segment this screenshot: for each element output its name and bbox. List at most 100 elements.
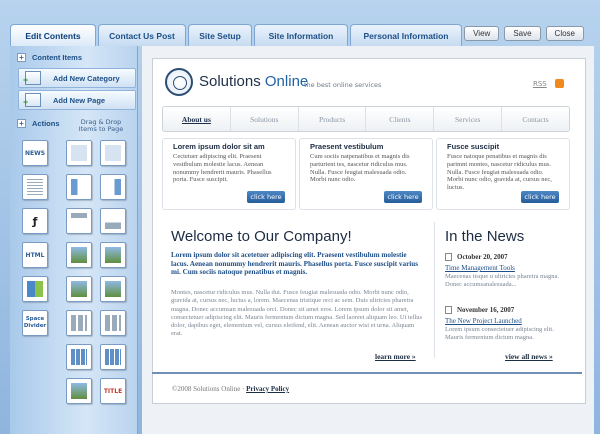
widget-space-divider[interactable]: Space Divider [22,310,48,336]
add-new-category-label: Add New Category [53,73,120,83]
add-new-page-button[interactable]: Add New Page [18,90,136,110]
image-grid-icon [27,281,43,297]
widget-image-3[interactable] [66,276,92,302]
layout-icon [105,145,121,161]
nav-services[interactable]: Services [434,107,503,131]
gallery-icon [71,349,87,365]
document-icon [445,306,452,314]
actions-label: Actions [32,118,60,128]
widget-columns-1[interactable] [66,310,92,336]
tab-contact-us-post[interactable]: Contact Us Post [98,24,186,46]
columns-icon [71,315,87,331]
widget-layout-6[interactable] [100,208,126,234]
columns-icon [105,315,121,331]
footer-copyright: ©2008 Solutions Online · [172,385,247,393]
widget-title[interactable]: TITLE [100,378,126,404]
widget-layout-3[interactable] [66,174,92,200]
feature-column-1: Lorem ipsum dolor sit am Cectetuer adipi… [162,138,296,210]
brand-part-2: Online [264,73,309,90]
widget-html[interactable]: HTML [22,242,48,268]
view-all-news-link[interactable]: view all news » [505,352,553,361]
nav-clients[interactable]: Clients [366,107,435,131]
click-here-button[interactable]: click here [384,191,422,203]
widget-layout-5[interactable] [66,208,92,234]
feature-text: Fusce natoque penatibus et magnis dis pa… [447,153,552,192]
expand-icon[interactable]: + [17,52,26,62]
widget-image-1[interactable] [66,242,92,268]
save-button[interactable]: Save [504,26,541,41]
image-icon [71,281,87,297]
learn-more-link[interactable]: learn more » [375,352,416,361]
sidebar: + Content Items Add New Category Add New… [10,46,138,434]
image-icon [105,247,121,263]
feature-title: Lorem ipsum dolor sit am [173,142,265,151]
feature-text: Cectetuer adipiscing elit. Praesent vest… [173,153,272,184]
privacy-policy-link[interactable]: Privacy Policy [246,385,289,393]
news-headline-link[interactable]: The New Project Launched [445,317,565,325]
news-item: November 16, 2007 The New Project Launch… [445,306,565,342]
widget-news[interactable]: NEWS [22,140,48,166]
nav-solutions[interactable]: Solutions [231,107,299,131]
news-text: Lorem ipsum consectetuer adipiscing elit… [445,326,554,341]
widget-image-grid[interactable] [22,276,48,302]
nav-about-us[interactable]: About us [163,107,231,131]
widget-image-2[interactable] [100,242,126,268]
rss-link[interactable]: RSS [533,80,547,88]
feature-column-2: Praesent vestibulum Cum sociis natpenati… [299,138,433,210]
layout-icon [71,179,87,195]
nav-products[interactable]: Products [299,107,367,131]
tab-site-setup[interactable]: Site Setup [188,24,252,46]
document-icon [445,253,452,261]
click-here-button[interactable]: click here [247,191,285,203]
close-button[interactable]: Close [545,26,584,41]
widget-columns-2[interactable] [100,310,126,336]
nav-contacts[interactable]: Contacts [502,107,569,131]
content-items-header[interactable]: + Content Items [10,50,138,64]
news-date-text: November 16, 2007 [457,306,515,314]
tab-site-information[interactable]: Site Information [254,24,348,46]
widget-layout-2[interactable] [100,140,126,166]
site-footer: ©2008 Solutions Online · Privacy Policy [172,385,289,393]
widget-layout-4[interactable] [100,174,126,200]
news-item: October 20, 2007 Time Management Tools M… [445,253,565,289]
news-headline-link[interactable]: Time Management Tools [445,264,565,272]
column-divider [434,222,435,358]
footer-divider [152,372,582,374]
site-tagline: the best online services [304,81,382,89]
add-new-page-label: Add New Page [53,95,106,105]
flash-icon: ƒ [32,214,38,228]
widget-flash[interactable]: ƒ [22,208,48,234]
drag-drop-hint: Drag & Drop Items to Page [78,118,124,133]
layout-icon [71,145,87,161]
logo-icon [165,68,193,96]
layout-icon [105,179,121,195]
editor-tabs: Edit Contents Contact Us Post Site Setup… [10,24,462,46]
title-label: TITLE [103,387,123,395]
content-items-label: Content Items [32,52,83,62]
widget-layout-1[interactable] [66,140,92,166]
widget-gallery-2[interactable] [100,344,126,370]
feature-column-3: Fusce suscipit Fusce natoque penatibus e… [436,138,570,210]
tab-personal-information[interactable]: Personal Information [350,24,462,46]
space-divider-label: Space Divider [23,316,47,329]
news-title: In the News [445,228,525,245]
widget-image-4[interactable] [100,276,126,302]
expand-icon[interactable]: + [17,118,26,128]
welcome-title: Welcome to Our Company! [171,228,352,245]
widget-image-5[interactable] [66,378,92,404]
widget-gallery-1[interactable] [66,344,92,370]
rss-icon[interactable] [555,79,564,88]
image-icon [71,383,87,399]
click-here-button[interactable]: click here [521,191,559,203]
feature-title: Praesent vestibulum [310,142,384,151]
add-page-icon [23,93,41,107]
news-date: November 16, 2007 [445,306,565,314]
site-brand: Solutions Online [199,73,308,90]
feature-text: Cum sociis natpenatibus et magnis dis pa… [310,153,410,184]
add-new-category-button[interactable]: Add New Category [18,68,136,88]
tab-edit-contents[interactable]: Edit Contents [10,24,96,46]
view-button[interactable]: View [464,26,500,41]
widget-text-block[interactable] [22,174,48,200]
news-date: October 20, 2007 [445,253,565,261]
gallery-icon [105,349,121,365]
